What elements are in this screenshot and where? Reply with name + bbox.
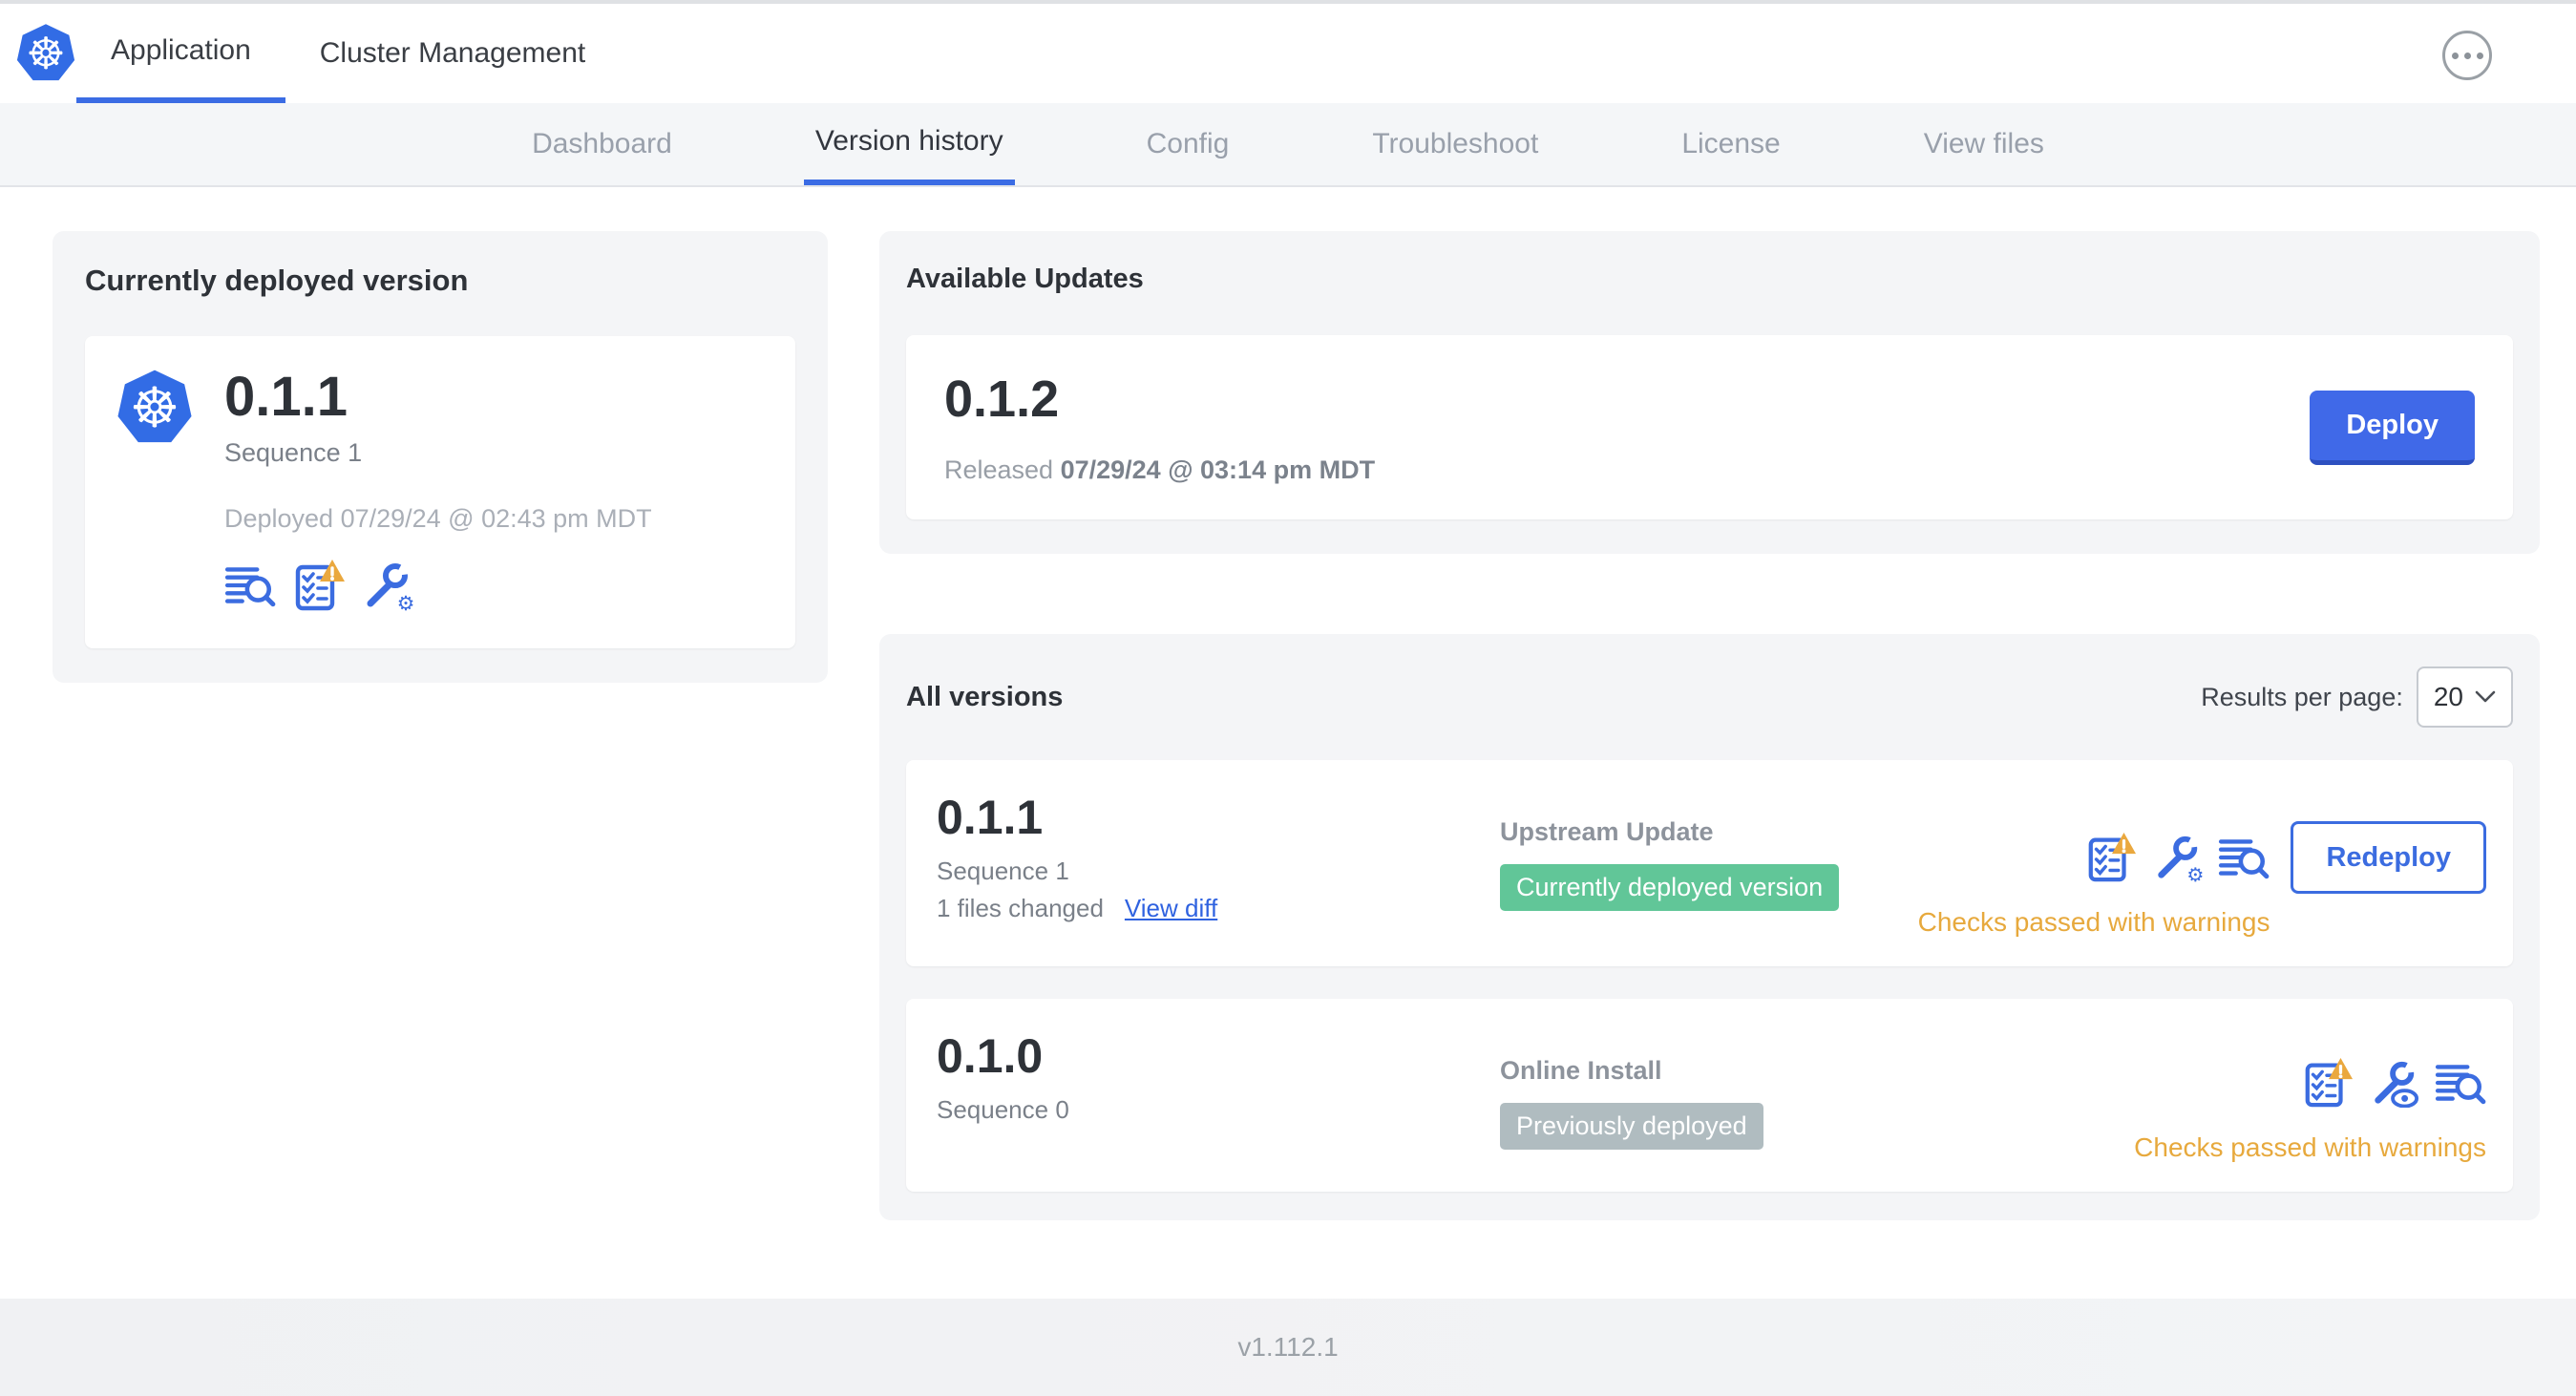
- subnav-tab-license[interactable]: License: [1670, 103, 1791, 185]
- deploy-button[interactable]: Deploy: [2310, 390, 2475, 465]
- file-diff-icon[interactable]: [2218, 833, 2270, 882]
- kubernetes-app-icon: ☸: [117, 370, 192, 443]
- file-diff-icon[interactable]: [224, 561, 276, 610]
- row-version-number: 0.1.1: [937, 791, 1044, 844]
- all-versions-card: All versions Results per page: 20 0.1.1 …: [879, 634, 2540, 1220]
- subnav-tab-version-history[interactable]: Version history: [803, 103, 1015, 185]
- main-content: Currently deployed version ☸ 0.1.1 Seque…: [0, 187, 2576, 1299]
- row-action-icons: ⚙: [2084, 821, 2270, 894]
- deployed-version-actions: ⚙: [224, 559, 652, 612]
- subnav-tab-view-files[interactable]: View files: [1912, 103, 2056, 185]
- row-source-label: Online Install: [1500, 1056, 1662, 1085]
- tab-application[interactable]: Application: [76, 4, 285, 103]
- ellipsis-menu-button[interactable]: [2442, 31, 2492, 80]
- preflight-status-text: Checks passed with warnings: [2134, 1132, 2486, 1162]
- preflight-checks-warning-icon[interactable]: [291, 559, 347, 612]
- redeploy-button[interactable]: Redeploy: [2291, 821, 2486, 894]
- row-source-label: Upstream Update: [1500, 817, 1714, 846]
- available-updates-card: Available Updates 0.1.2 Released 07/29/2…: [879, 231, 2540, 554]
- currently-deployed-inner: ☸ 0.1.1 Sequence 1 Deployed 07/29/24 @ 0…: [85, 336, 795, 648]
- preflight-checks-warning-icon[interactable]: [2084, 832, 2138, 883]
- edit-config-wrench-gear-icon[interactable]: ⚙: [2153, 833, 2204, 882]
- subnav-tab-dashboard[interactable]: Dashboard: [520, 103, 684, 185]
- results-per-page-select[interactable]: 20: [2416, 666, 2513, 728]
- row-action-icons: [2301, 1047, 2486, 1119]
- update-version-number: 0.1.2: [944, 370, 1060, 428]
- tab-application-label: Application: [111, 34, 251, 66]
- app-screen: ☸ Application Cluster Management Dashboa…: [0, 0, 2576, 1396]
- version-row-0-1-1: 0.1.1 Sequence 1 1 files changed View di…: [906, 760, 2513, 966]
- preflight-status-text: Checks passed with warnings: [1917, 907, 2270, 937]
- row-version-number: 0.1.0: [937, 1029, 1044, 1083]
- currently-deployed-badge: Currently deployed version: [1500, 864, 1840, 911]
- deployed-timestamp: Deployed 07/29/24 @ 02:43 pm MDT: [224, 503, 652, 533]
- all-versions-title: All versions: [906, 681, 1064, 712]
- row-sequence: Sequence 1: [937, 856, 1069, 885]
- all-versions-header: All versions Results per page: 20: [906, 666, 2513, 728]
- update-released-line: Released 07/29/24 @ 03:14 pm MDT: [944, 455, 1376, 484]
- svg-text:⚙: ⚙: [397, 592, 413, 611]
- ellipsis-dot: [2451, 52, 2459, 59]
- files-changed-label: 1 files changed: [937, 893, 1104, 922]
- svg-text:⚙: ⚙: [2187, 863, 2204, 882]
- subnav-tab-troubleshoot[interactable]: Troubleshoot: [1361, 103, 1550, 185]
- view-diff-link[interactable]: View diff: [1125, 894, 1217, 923]
- currently-deployed-title: Currently deployed version: [85, 264, 469, 297]
- subnav-tab-config[interactable]: Config: [1135, 103, 1241, 185]
- update-released-date: 07/29/24 @ 03:14 pm MDT: [1060, 455, 1376, 484]
- currently-deployed-card: Currently deployed version ☸ 0.1.1 Seque…: [53, 231, 828, 683]
- tab-cluster-management[interactable]: Cluster Management: [285, 4, 620, 103]
- row-sequence: Sequence 0: [937, 1094, 1069, 1124]
- kubernetes-logo-icon: ☸: [16, 24, 75, 81]
- app-footer: v1.112.1: [0, 1299, 2576, 1396]
- view-config-wrench-eye-icon[interactable]: [2370, 1058, 2419, 1108]
- results-per-page: Results per page: 20: [2201, 666, 2513, 728]
- version-row-0-1-0: 0.1.0 Sequence 0 Online Install Previous…: [906, 999, 2513, 1192]
- console-version: v1.112.1: [1237, 1332, 1339, 1362]
- available-update-row: 0.1.2 Released 07/29/24 @ 03:14 pm MDT D…: [906, 335, 2513, 519]
- results-per-page-value: 20: [2433, 682, 2463, 711]
- edit-config-wrench-gear-icon[interactable]: ⚙: [362, 560, 413, 611]
- right-column: Available Updates 0.1.2 Released 07/29/2…: [879, 231, 2540, 1220]
- available-updates-title: Available Updates: [906, 264, 1144, 294]
- file-diff-icon[interactable]: [2435, 1058, 2486, 1108]
- app-header: ☸ Application Cluster Management: [0, 4, 2576, 103]
- app-subnav: Dashboard Version history Config Trouble…: [0, 103, 2576, 187]
- chevron-down-icon: [2475, 690, 2496, 703]
- tab-cluster-management-label: Cluster Management: [319, 37, 586, 69]
- preflight-checks-warning-icon[interactable]: [2301, 1057, 2354, 1109]
- results-per-page-label: Results per page:: [2201, 682, 2403, 711]
- deployed-sequence: Sequence 1: [224, 437, 363, 467]
- deployed-version-number: 0.1.1: [224, 366, 348, 428]
- previously-deployed-badge: Previously deployed: [1500, 1103, 1763, 1150]
